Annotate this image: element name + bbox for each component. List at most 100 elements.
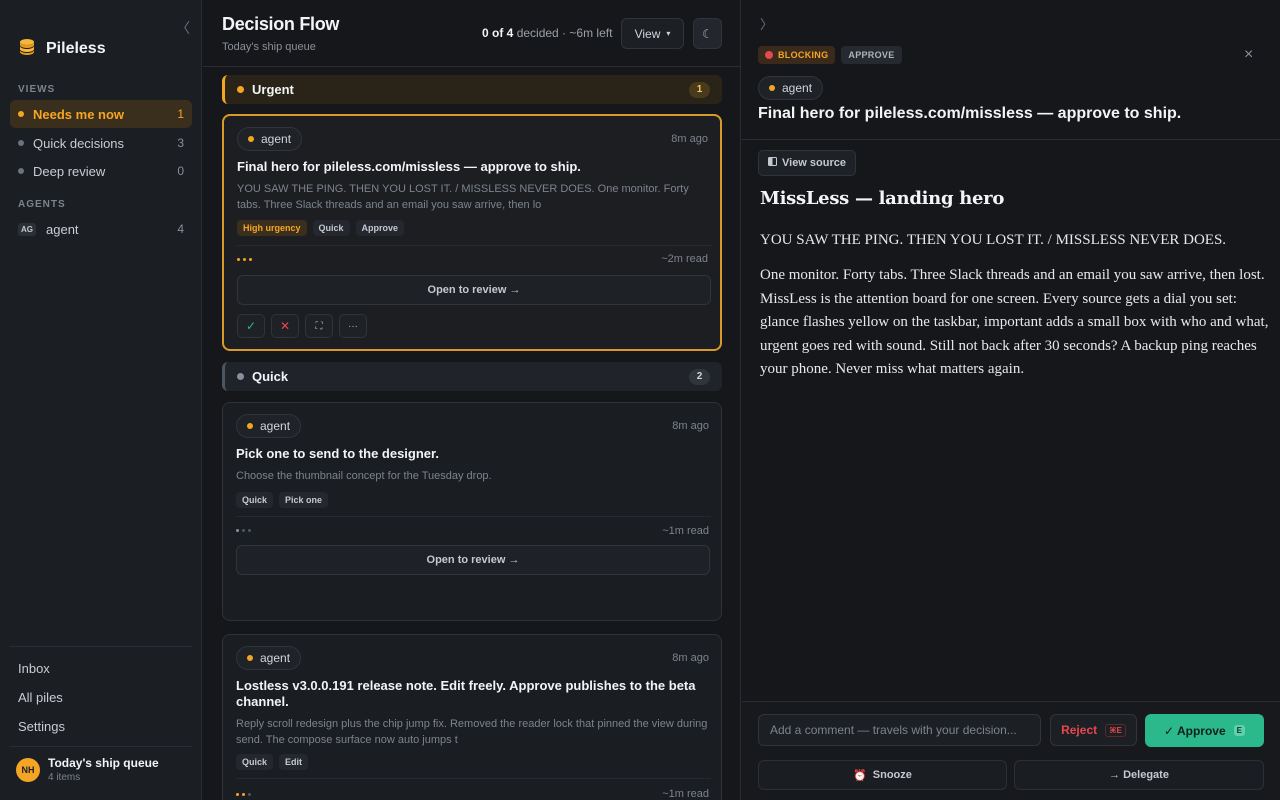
link-inbox[interactable]: Inbox <box>18 661 50 676</box>
tag-high-urgency: High urgency <box>237 220 307 236</box>
read-time: ~1m read <box>662 788 709 800</box>
expand-icon[interactable]: ⛶ <box>305 314 333 338</box>
user-subtitle: 4 items <box>48 772 81 783</box>
detail-panel: 〉 BLOCKING APPROVE × agent Final hero fo… <box>742 0 1280 800</box>
view-needs-me-now[interactable]: Needs me now 1 <box>10 100 192 128</box>
divider <box>237 245 712 246</box>
tag-quick: Quick <box>312 220 350 236</box>
group-urgent-header[interactable]: Urgent 1 <box>222 75 722 104</box>
agent-badge: AG <box>18 222 36 236</box>
alert-dot-icon <box>765 51 773 59</box>
view-label: Deep review <box>33 163 106 179</box>
view-source-label: View source <box>782 157 846 169</box>
view-label: Needs me now <box>33 106 125 122</box>
user-menu[interactable]: NH Today's ship queue 4 items <box>16 756 159 783</box>
chevron-left-icon[interactable]: 〈 <box>176 18 190 38</box>
stack-logo-icon <box>18 38 36 59</box>
open-to-review-button[interactable]: Open to review → <box>237 275 711 305</box>
effort-dots-icon <box>236 529 251 532</box>
quick-actions: ✓ ✕ ⛶ ··· <box>237 314 367 338</box>
delegate-button[interactable]: → Delegate <box>1014 760 1264 790</box>
tag-quick: Quick <box>236 492 274 508</box>
card-description: YOU SAW THE PING. THEN YOU LOST IT. / MI… <box>237 183 689 211</box>
approve-check-icon[interactable]: ✓ <box>237 314 265 338</box>
tag-quick: Quick <box>236 754 274 770</box>
card-title: Final hero for pileless.com/missless — a… <box>237 159 581 174</box>
blocking-badge: BLOCKING <box>758 46 836 64</box>
dot-icon <box>18 111 24 117</box>
reject-button[interactable]: Reject ⌘E <box>1050 714 1137 746</box>
document-paragraph: One monitor. Forty tabs. Three Slack thr… <box>760 267 1269 378</box>
detail-title: Final hero for pileless.com/missless — a… <box>758 105 1182 122</box>
agent-chip: agent <box>237 127 303 151</box>
user-title: Today's ship queue <box>48 756 159 770</box>
card-description: Choose the thumbnail concept for the Tue… <box>236 470 492 482</box>
card-time: 8m ago <box>671 133 708 145</box>
tag-list: Quick Edit <box>236 754 309 770</box>
chevron-right-icon[interactable]: 〉 <box>760 14 773 33</box>
page-title: Decision Flow <box>222 14 340 34</box>
read-time: ~1m read <box>662 525 709 537</box>
agent-item[interactable]: AG agent 4 <box>10 215 192 243</box>
app-name: Pileless <box>46 39 106 57</box>
card-description: Reply scroll redesign plus the chip jump… <box>236 718 708 746</box>
close-icon[interactable]: × <box>1244 46 1253 64</box>
dot-icon <box>247 423 253 429</box>
source-icon <box>768 157 777 169</box>
decision-card[interactable]: agent 8m ago Lostless v3.0.0.191 release… <box>222 634 722 800</box>
view-button[interactable]: View ▾ <box>621 18 684 49</box>
view-deep-review[interactable]: Deep review 0 <box>10 157 192 185</box>
read-time: ~2m read <box>661 253 708 265</box>
card-title: Pick one to send to the designer. <box>236 446 439 461</box>
approve-badge: APPROVE <box>841 46 902 64</box>
agent-name: agent <box>782 81 813 95</box>
approve-label: ✓ Approve <box>1164 723 1226 738</box>
snooze-button[interactable]: ⏰ Snooze <box>758 760 1007 790</box>
more-icon[interactable]: ··· <box>339 314 367 338</box>
dot-icon <box>769 85 775 91</box>
alarm-clock-icon: ⏰ <box>853 769 867 782</box>
reject-label: Reject <box>1061 723 1098 737</box>
tag-list: Quick Pick one <box>236 492 329 508</box>
dot-icon <box>247 655 253 661</box>
dot-icon <box>18 140 24 146</box>
view-quick-decisions[interactable]: Quick decisions 3 <box>10 129 192 157</box>
effort-dots-icon <box>236 793 251 796</box>
reject-shortcut: ⌘E <box>1105 723 1126 737</box>
link-all-piles[interactable]: All piles <box>18 690 63 705</box>
decision-card[interactable]: agent 8m ago Pick one to send to the des… <box>222 402 722 621</box>
tag-pick-one: Pick one <box>279 492 329 508</box>
dot-icon <box>237 86 244 93</box>
moon-icon: ☾ <box>702 26 713 41</box>
brand[interactable]: Pileless <box>18 38 106 59</box>
decision-card[interactable]: agent 8m ago Final hero for pileless.com… <box>222 114 722 351</box>
dot-icon <box>18 168 24 174</box>
queue-header: Decision Flow Today's ship queue 0 of 4 … <box>203 0 740 67</box>
view-count: 1 <box>177 107 184 121</box>
divider <box>10 746 192 747</box>
reject-x-icon[interactable]: ✕ <box>271 314 299 338</box>
agent-chip: agent <box>236 646 302 670</box>
approve-button[interactable]: ✓ Approve E <box>1145 714 1264 747</box>
open-to-review-button[interactable]: Open to review → <box>236 545 710 575</box>
divider <box>10 646 192 647</box>
link-settings[interactable]: Settings <box>18 719 65 734</box>
agent-name: agent <box>260 419 291 433</box>
blocking-badge-label: BLOCKING <box>778 50 829 60</box>
group-count: 2 <box>689 368 710 385</box>
view-source-button[interactable]: View source <box>758 150 856 176</box>
agent-name: agent <box>260 651 291 665</box>
agent-name: agent <box>261 132 292 146</box>
divider <box>236 778 711 779</box>
detail-header: 〉 BLOCKING APPROVE × agent Final hero fo… <box>742 0 1280 140</box>
group-count: 1 <box>689 81 710 98</box>
theme-toggle-button[interactable]: ☾ <box>693 18 722 49</box>
view-label: Quick decisions <box>33 135 125 151</box>
comment-input[interactable] <box>758 714 1041 746</box>
group-quick-header[interactable]: Quick 2 <box>222 362 722 391</box>
tag-list: High urgency Quick Approve <box>237 220 405 236</box>
agent-chip: agent <box>758 76 824 100</box>
progress-rest: decided · ~6m left <box>516 26 613 40</box>
dot-icon <box>237 373 244 380</box>
view-button-label: View <box>634 26 661 41</box>
